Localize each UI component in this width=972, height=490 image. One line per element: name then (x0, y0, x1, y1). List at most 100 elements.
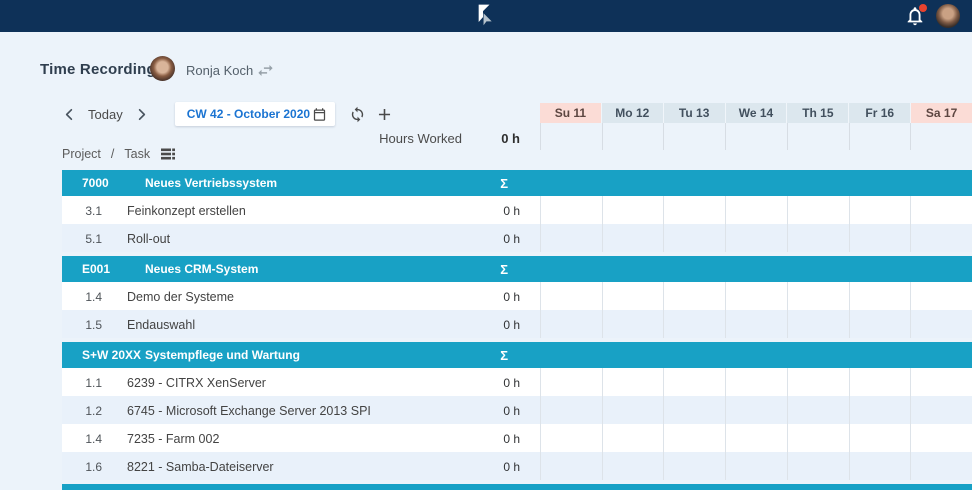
task-row[interactable]: 1.6 8221 - Samba-Dateiserver 0 h (62, 452, 972, 480)
day-cell[interactable] (849, 452, 911, 480)
day-cell[interactable] (725, 196, 787, 224)
day-cell[interactable] (787, 396, 849, 424)
day-header-sa[interactable]: Sa 17 (910, 103, 972, 123)
project-header-row[interactable]: E001 Neues CRM-System Σ (62, 256, 972, 282)
project-name: Neues CRM-System (145, 262, 258, 276)
day-cell[interactable] (602, 196, 664, 224)
day-header-tu[interactable]: Tu 13 (663, 103, 725, 123)
day-cell[interactable] (540, 396, 602, 424)
task-code: 5.1 (62, 232, 102, 246)
day-cell[interactable] (602, 452, 664, 480)
day-cell[interactable] (663, 452, 725, 480)
day-cell[interactable] (540, 424, 602, 452)
hours-worked-label: Hours Worked (330, 131, 462, 146)
previous-week-button[interactable] (58, 103, 80, 125)
app-logo-icon[interactable] (470, 3, 496, 29)
day-header-mo[interactable]: Mo 12 (601, 103, 663, 123)
task-row[interactable]: 1.2 6745 - Microsoft Exchange Server 201… (62, 396, 972, 424)
day-cell[interactable] (849, 424, 911, 452)
day-cell[interactable] (910, 452, 972, 480)
day-cell[interactable] (663, 368, 725, 396)
task-name: Feinkonzept erstellen (127, 204, 246, 218)
day-cell[interactable] (910, 196, 972, 224)
refresh-icon[interactable] (349, 106, 366, 123)
task-row[interactable]: 1.1 6239 - CITRX XenServer 0 h (62, 368, 972, 396)
day-header-th[interactable]: Th 15 (786, 103, 848, 123)
day-cell[interactable] (663, 396, 725, 424)
day-cell[interactable] (787, 452, 849, 480)
day-cell[interactable] (910, 282, 972, 310)
day-cell[interactable] (725, 310, 787, 338)
next-week-button[interactable] (131, 103, 153, 125)
day-cell[interactable] (540, 310, 602, 338)
day-cell[interactable] (725, 282, 787, 310)
day-cell[interactable] (725, 452, 787, 480)
task-row[interactable]: 1.4 Demo der Systeme 0 h (62, 282, 972, 310)
day-cell[interactable] (602, 396, 664, 424)
sum-symbol: Σ (472, 262, 508, 277)
day-cell[interactable] (663, 224, 725, 252)
day-header-fr[interactable]: Fr 16 (848, 103, 910, 123)
day-cell[interactable] (849, 282, 911, 310)
day-cell[interactable] (602, 424, 664, 452)
day-cell[interactable] (787, 368, 849, 396)
task-row[interactable]: 1.4 7235 - Farm 002 0 h (62, 424, 972, 452)
day-cell[interactable] (663, 282, 725, 310)
notifications-bell-icon[interactable] (904, 5, 926, 27)
day-cell[interactable] (540, 196, 602, 224)
account-avatar[interactable] (936, 4, 960, 28)
day-cell[interactable] (910, 368, 972, 396)
day-cell[interactable] (602, 310, 664, 338)
day-cell[interactable] (910, 310, 972, 338)
task-hours-total: 0 h (462, 290, 520, 304)
day-cell[interactable] (663, 196, 725, 224)
partial-next-project-header (62, 484, 972, 490)
day-header-su[interactable]: Su 11 (540, 103, 601, 123)
day-cell[interactable] (787, 224, 849, 252)
task-code: 1.5 (62, 318, 102, 332)
day-cell[interactable] (602, 368, 664, 396)
switch-user-icon[interactable] (256, 61, 275, 85)
day-cell[interactable] (787, 196, 849, 224)
project-group: S+W 20XX Systempflege und Wartung Σ 1.1 … (62, 342, 972, 480)
day-cell[interactable] (540, 368, 602, 396)
task-hours-total: 0 h (462, 318, 520, 332)
task-row[interactable]: 5.1 Roll-out 0 h (62, 224, 972, 252)
day-cell[interactable] (540, 452, 602, 480)
day-cell[interactable] (787, 424, 849, 452)
task-name: 7235 - Farm 002 (127, 432, 219, 446)
task-name: 8221 - Samba-Dateiserver (127, 460, 274, 474)
day-cell[interactable] (602, 224, 664, 252)
day-cell[interactable] (849, 310, 911, 338)
day-cell[interactable] (663, 310, 725, 338)
day-cell[interactable] (849, 224, 911, 252)
day-cell[interactable] (725, 396, 787, 424)
day-cell[interactable] (849, 396, 911, 424)
add-entry-button[interactable] (374, 103, 396, 125)
week-picker-value: CW 42 - October 2020 (187, 107, 310, 121)
day-cell[interactable] (602, 282, 664, 310)
day-cell[interactable] (725, 368, 787, 396)
task-row[interactable]: 3.1 Feinkonzept erstellen 0 h (62, 196, 972, 224)
day-cell[interactable] (725, 424, 787, 452)
calendar-icon[interactable] (312, 107, 327, 122)
week-picker-field[interactable]: CW 42 - October 2020 (175, 102, 335, 126)
day-cell[interactable] (787, 282, 849, 310)
day-cell[interactable] (787, 310, 849, 338)
day-cell[interactable] (663, 424, 725, 452)
list-view-icon[interactable] (160, 147, 176, 161)
project-header-row[interactable]: S+W 20XX Systempflege und Wartung Σ (62, 342, 972, 368)
day-cell[interactable] (849, 196, 911, 224)
day-cell[interactable] (725, 224, 787, 252)
day-cell[interactable] (849, 368, 911, 396)
day-cell[interactable] (910, 396, 972, 424)
day-cell[interactable] (540, 282, 602, 310)
day-cell[interactable] (910, 224, 972, 252)
day-header-we[interactable]: We 14 (725, 103, 787, 123)
project-code: 7000 (82, 176, 109, 190)
today-button[interactable]: Today (88, 107, 123, 122)
project-header-row[interactable]: 7000 Neues Vertriebssystem Σ (62, 170, 972, 196)
day-cell[interactable] (910, 424, 972, 452)
day-cell[interactable] (540, 224, 602, 252)
task-row[interactable]: 1.5 Endauswahl 0 h (62, 310, 972, 338)
